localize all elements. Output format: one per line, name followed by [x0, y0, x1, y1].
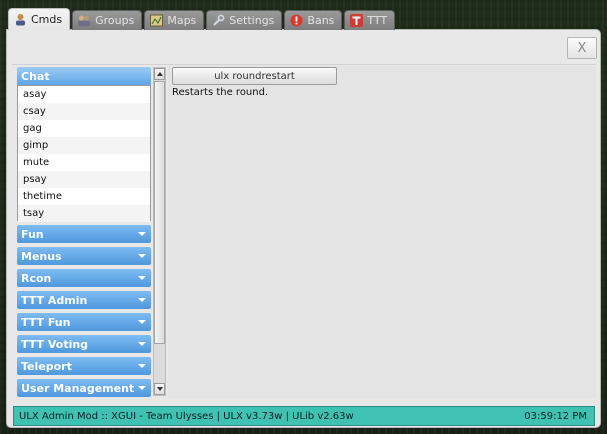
version-info: ULX Admin Mod :: XGUI - Team Ulysses | U… [19, 410, 354, 422]
ttt-icon [349, 14, 363, 28]
chevron-down-icon [138, 342, 146, 346]
scroll-thumb[interactable] [154, 81, 165, 344]
wrench-icon [211, 14, 225, 28]
category-ttt-fun[interactable]: TTT Fun [17, 313, 151, 331]
arrow-up-icon [156, 72, 163, 76]
category-chat-header[interactable]: Chat [17, 67, 151, 85]
command-item-mute[interactable]: mute [18, 154, 150, 171]
tab-label: Cmds [31, 13, 63, 26]
users-icon [77, 14, 91, 28]
status-bar: ULX Admin Mod :: XGUI - Team Ulysses | U… [13, 406, 595, 426]
command-item-tsay[interactable]: tsay [18, 205, 150, 222]
arrow-down-icon [156, 387, 163, 391]
category-ttt-admin[interactable]: TTT Admin [17, 291, 151, 309]
chevron-down-icon [138, 298, 146, 302]
category-fun[interactable]: Fun [17, 225, 151, 243]
close-icon: X [577, 40, 587, 56]
tab-settings[interactable]: Settings [206, 10, 283, 30]
chevron-down-icon [138, 320, 146, 324]
tab-label: Bans [307, 14, 335, 27]
category-user-management[interactable]: User Management [17, 379, 151, 397]
tab-cmds[interactable]: Cmds [8, 8, 71, 30]
category-ttt-voting[interactable]: TTT Voting [17, 335, 151, 353]
command-detail-panel [168, 66, 596, 398]
scroll-down-button[interactable] [154, 383, 165, 395]
clock: 03:59:12 PM [524, 410, 587, 422]
tab-label: TTT [367, 14, 388, 27]
scroll-up-button[interactable] [154, 68, 165, 80]
chevron-down-icon [138, 276, 146, 280]
tab-label: Groups [95, 14, 135, 27]
user-icon [13, 13, 27, 27]
tab-bar: Cmds Groups Maps Settings Bans TTT [8, 8, 396, 30]
command-item-thetime[interactable]: thetime [18, 188, 150, 205]
chevron-down-icon [138, 232, 146, 236]
category-teleport[interactable]: Teleport [17, 357, 151, 375]
run-command-button[interactable]: ulx roundrestart [172, 67, 337, 85]
ban-icon [289, 14, 303, 28]
tab-maps[interactable]: Maps [144, 10, 205, 30]
tab-bans[interactable]: Bans [284, 10, 343, 30]
tab-label: Maps [167, 14, 197, 27]
command-item-asay[interactable]: asay [18, 86, 150, 103]
command-item-psay[interactable]: psay [18, 171, 150, 188]
command-category-list: Chat asay csay gag gimp mute psay thetim… [17, 67, 151, 398]
category-scrollbar[interactable] [153, 67, 166, 396]
tab-ttt[interactable]: TTT [344, 10, 396, 30]
chevron-down-icon [138, 364, 146, 368]
chevron-down-icon [138, 386, 146, 390]
command-item-gimp[interactable]: gimp [18, 137, 150, 154]
chevron-down-icon [138, 254, 146, 258]
tab-groups[interactable]: Groups [72, 10, 143, 30]
chat-command-list: asay csay gag gimp mute psay thetime tsa… [17, 85, 151, 222]
category-menus[interactable]: Menus [17, 247, 151, 265]
command-description: Restarts the round. [172, 87, 269, 98]
command-item-csay[interactable]: csay [18, 103, 150, 120]
tab-label: Settings [229, 14, 275, 27]
header-divider [12, 64, 596, 65]
map-icon [149, 14, 163, 28]
command-item-gag[interactable]: gag [18, 120, 150, 137]
category-rcon[interactable]: Rcon [17, 269, 151, 287]
close-button[interactable]: X [567, 37, 597, 59]
